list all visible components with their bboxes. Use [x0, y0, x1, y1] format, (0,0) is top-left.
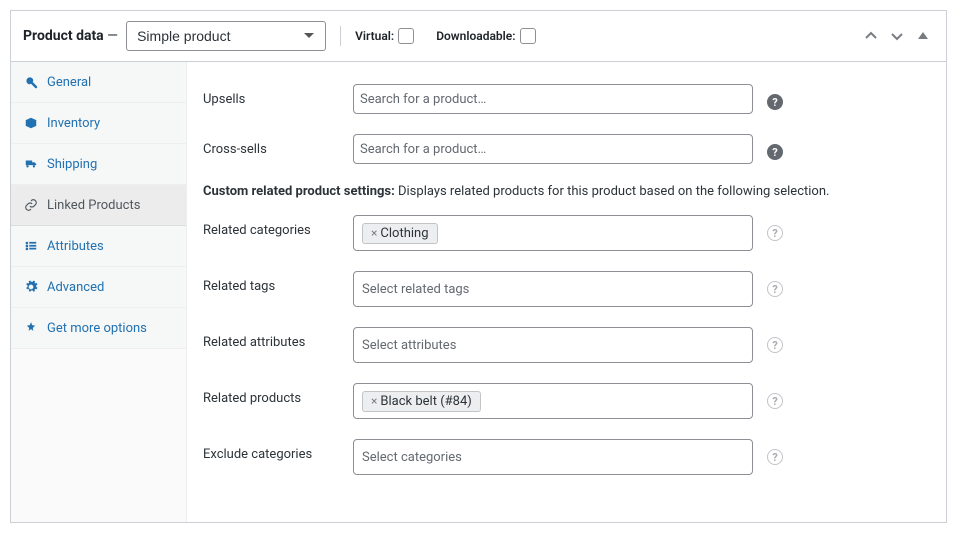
- wrench-icon: [23, 74, 39, 90]
- product-data-panel: Product data — Simple product Virtual: D…: [10, 10, 947, 523]
- downloadable-label-wrap[interactable]: Downloadable:: [436, 28, 535, 44]
- help-icon[interactable]: ?: [767, 337, 783, 353]
- collapse-icon[interactable]: [912, 27, 934, 45]
- crosssells-input[interactable]: Search for a product…: [353, 134, 753, 164]
- title-prefix: Product data: [23, 28, 104, 44]
- virtual-checkbox[interactable]: [398, 28, 414, 44]
- downloadable-label: Downloadable:: [436, 29, 515, 43]
- list-icon: [23, 238, 39, 254]
- related-categories-row: Related categories ×Clothing ?: [203, 215, 930, 251]
- upsells-label: Upsells: [203, 84, 353, 107]
- remove-tag-icon[interactable]: ×: [371, 226, 377, 240]
- tab-linked-products[interactable]: Linked Products: [11, 185, 186, 226]
- exclude-categories-row: Exclude categories Select categories ?: [203, 439, 930, 475]
- panel-title: Product data —: [23, 28, 118, 44]
- help-icon[interactable]: ?: [767, 281, 783, 297]
- remove-tag-icon[interactable]: ×: [371, 394, 377, 408]
- virtual-label-wrap[interactable]: Virtual:: [355, 28, 414, 44]
- placeholder: Search for a product…: [360, 142, 486, 157]
- related-categories-label: Related categories: [203, 215, 353, 238]
- help-icon[interactable]: ?: [767, 144, 783, 160]
- tab-label: Advanced: [47, 280, 104, 295]
- upsells-row: Upsells Search for a product… ?: [203, 84, 930, 114]
- tab-advanced[interactable]: Advanced: [11, 267, 186, 308]
- addon-icon: [23, 320, 39, 336]
- help-icon[interactable]: ?: [767, 225, 783, 241]
- tab-shipping[interactable]: Shipping: [11, 144, 186, 185]
- tab-content: Upsells Search for a product… ? Cross-se…: [187, 62, 946, 522]
- crosssells-label: Cross-sells: [203, 134, 353, 157]
- placeholder: Select attributes: [362, 338, 456, 353]
- related-products-row: Related products ×Black belt (#84) ?: [203, 383, 930, 419]
- product-type-select[interactable]: Simple product: [126, 21, 326, 51]
- related-tags-label: Related tags: [203, 271, 353, 294]
- placeholder: Search for a product…: [360, 92, 486, 107]
- tab-label: Attributes: [47, 239, 104, 254]
- related-attributes-input[interactable]: Select attributes: [353, 327, 753, 363]
- panel-body: General Inventory Shipping Linked Produc…: [11, 62, 946, 522]
- truck-icon: [23, 156, 39, 172]
- link-icon: [23, 197, 39, 213]
- related-products-label: Related products: [203, 383, 353, 406]
- tag-clothing[interactable]: ×Clothing: [362, 223, 438, 244]
- tab-label: Linked Products: [47, 198, 140, 213]
- related-tags-input[interactable]: Select related tags: [353, 271, 753, 307]
- crosssells-row: Cross-sells Search for a product… ?: [203, 134, 930, 164]
- related-products-input[interactable]: ×Black belt (#84): [353, 383, 753, 419]
- exclude-categories-label: Exclude categories: [203, 439, 353, 462]
- tab-label: Get more options: [47, 321, 147, 336]
- title-dash: —: [104, 28, 118, 44]
- tabs-sidebar: General Inventory Shipping Linked Produc…: [11, 62, 187, 522]
- help-icon[interactable]: ?: [767, 449, 783, 465]
- placeholder: Select categories: [362, 450, 462, 465]
- related-attributes-label: Related attributes: [203, 327, 353, 350]
- move-down-icon[interactable]: [886, 27, 908, 45]
- custom-heading-text: Displays related products for this produ…: [395, 184, 830, 199]
- exclude-categories-input[interactable]: Select categories: [353, 439, 753, 475]
- tag-black-belt[interactable]: ×Black belt (#84): [362, 391, 481, 412]
- related-tags-row: Related tags Select related tags ?: [203, 271, 930, 307]
- separator: [340, 26, 341, 46]
- related-attributes-row: Related attributes Select attributes ?: [203, 327, 930, 363]
- gear-icon: [23, 279, 39, 295]
- placeholder: Select related tags: [362, 282, 469, 297]
- tab-general[interactable]: General: [11, 62, 186, 103]
- move-up-icon[interactable]: [860, 27, 882, 45]
- downloadable-checkbox[interactable]: [520, 28, 536, 44]
- tab-attributes[interactable]: Attributes: [11, 226, 186, 267]
- tab-get-more-options[interactable]: Get more options: [11, 308, 186, 349]
- tab-label: General: [47, 75, 91, 90]
- related-categories-input[interactable]: ×Clothing: [353, 215, 753, 251]
- tab-label: Inventory: [47, 116, 100, 131]
- box-icon: [23, 115, 39, 131]
- virtual-label: Virtual:: [355, 29, 394, 43]
- panel-header: Product data — Simple product Virtual: D…: [11, 11, 946, 62]
- custom-heading: Custom related product settings: Display…: [203, 184, 930, 199]
- upsells-input[interactable]: Search for a product…: [353, 84, 753, 114]
- tab-inventory[interactable]: Inventory: [11, 103, 186, 144]
- tab-label: Shipping: [47, 157, 97, 172]
- help-icon[interactable]: ?: [767, 94, 783, 110]
- help-icon[interactable]: ?: [767, 393, 783, 409]
- custom-heading-bold: Custom related product settings:: [203, 184, 395, 199]
